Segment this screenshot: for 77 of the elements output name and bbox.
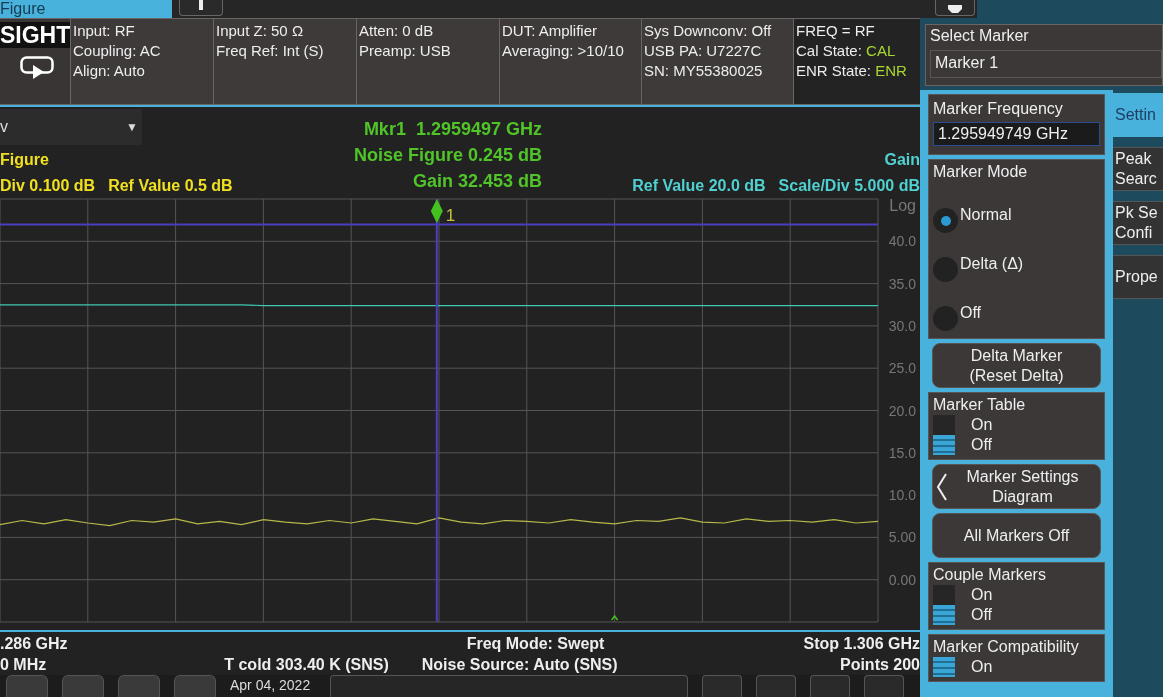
marker-frequency-field[interactable]: 1.295949749 GHz: [933, 122, 1100, 146]
scale-text: Ref Value 0.5 dB: [108, 176, 233, 196]
scale-text: Ref Value 20.0 dB: [632, 176, 766, 196]
info-text: USB PA: U7227C: [644, 41, 763, 61]
scale-text: Div 0.100 dB: [0, 176, 96, 196]
toggle-option[interactable]: Off: [933, 605, 993, 625]
toggle-label: Marker Compatibility: [933, 637, 1080, 657]
logo: SIGHT: [0, 22, 70, 48]
side-tab[interactable]: Peak Searc: [1113, 147, 1163, 191]
marker-readout: Noise Figure 0.245 dB: [353, 144, 542, 167]
status-text: FREQ = RF: [796, 21, 876, 41]
trace-dropdown[interactable]: v ▼: [0, 109, 142, 145]
axis-label: 10.0: [888, 487, 916, 504]
settings-button[interactable]: [935, 0, 975, 16]
marker-number: 1: [445, 206, 456, 225]
axis-label: 20.0: [888, 402, 916, 419]
axis-unit: Log: [889, 197, 916, 214]
status-text: 0 MHz: [0, 655, 47, 675]
info-text: Align: Auto: [73, 61, 146, 81]
marker-readout: Mkr1 1.2959497 GHz: [363, 118, 542, 141]
radio-option[interactable]: Delta (Δ): [933, 245, 1024, 294]
info-text: Input: RF: [73, 21, 136, 41]
info-text: Preamp: USB: [359, 41, 452, 61]
status-text: Freq Mode: Swept: [466, 634, 605, 654]
toggle-label: Marker Table: [933, 395, 1027, 415]
caret-icon: [610, 614, 619, 621]
menu-button[interactable]: All Markers Off: [932, 513, 1101, 558]
axis-label: 15.0: [888, 444, 916, 461]
marker-frequency-label: Marker Frequency: [933, 99, 1064, 119]
marker-readout: Gain 32.453 dB: [412, 170, 542, 193]
status-text: T cold 303.40 K (SNS): [224, 655, 389, 675]
scale-title: Gain: [884, 150, 920, 170]
side-tab[interactable]: Prope: [1113, 255, 1163, 299]
status-text: Noise Source: Auto (SNS): [421, 655, 618, 675]
status-text: Cal State: CAL: [796, 41, 897, 61]
chevron-left-icon: [936, 471, 948, 502]
info-text: Coupling: AC: [73, 41, 162, 61]
info-text: SN: MY55380025: [644, 61, 764, 81]
radio-option[interactable]: Off: [933, 294, 982, 343]
axis-label: 30.0: [888, 317, 916, 334]
screen-arrow-icon[interactable]: [20, 56, 54, 80]
menu-button[interactable]: Marker Settings Diagram: [932, 464, 1101, 509]
side-tab[interactable]: Pk Se Confi: [1113, 201, 1163, 245]
marker-diamond-icon[interactable]: [430, 199, 443, 223]
tab[interactable]: Figure: [0, 0, 172, 18]
search-field[interactable]: [330, 675, 689, 697]
toggle-option[interactable]: On: [933, 657, 993, 677]
info-text: Input Z: 50 Ω: [216, 21, 305, 41]
axis-label: 5.00: [888, 529, 916, 546]
date-text: Apr 04, 2022: [230, 676, 311, 695]
scale-text: Scale/Div 5.000 dB: [778, 176, 920, 196]
scale-title: Figure: [0, 150, 50, 170]
status-text: Points 200: [839, 655, 920, 675]
info-text: Freq Ref: Int (S): [216, 41, 325, 61]
status-text: ENR State: ENR: [796, 61, 908, 81]
axis-label: 35.0: [888, 275, 916, 292]
axis-label: 40.0: [888, 233, 916, 250]
info-text: Atten: 0 dB: [359, 21, 435, 41]
axis-label: 25.0: [888, 360, 916, 377]
status-text: Stop 1.306 GHz: [803, 634, 920, 654]
toggle-label: Couple Markers: [933, 565, 1047, 585]
menu-button[interactable]: Delta Marker (Reset Delta): [932, 343, 1101, 388]
toggle-option[interactable]: On: [933, 585, 993, 605]
radio-option[interactable]: Normal: [933, 196, 1012, 245]
info-text: Averaging: >10/10: [502, 41, 625, 61]
add-tab-button[interactable]: [179, 0, 223, 16]
info-text: Sys Downconv: Off: [644, 21, 773, 41]
select-marker-label: Select Marker: [930, 26, 1030, 46]
marker-mode-label: Marker Mode: [933, 162, 1029, 182]
marker-select[interactable]: Marker 1: [930, 50, 1162, 78]
info-text: DUT: Amplifier: [502, 21, 599, 41]
side-tab[interactable]: Settin: [1113, 93, 1163, 137]
status-text: .286 GHz: [0, 634, 68, 654]
dropdown-arrow-icon: ▼: [126, 114, 138, 140]
axis-label: 0.00: [888, 571, 916, 588]
toggle-option[interactable]: Off: [933, 435, 993, 455]
toggle-option[interactable]: On: [933, 415, 993, 435]
